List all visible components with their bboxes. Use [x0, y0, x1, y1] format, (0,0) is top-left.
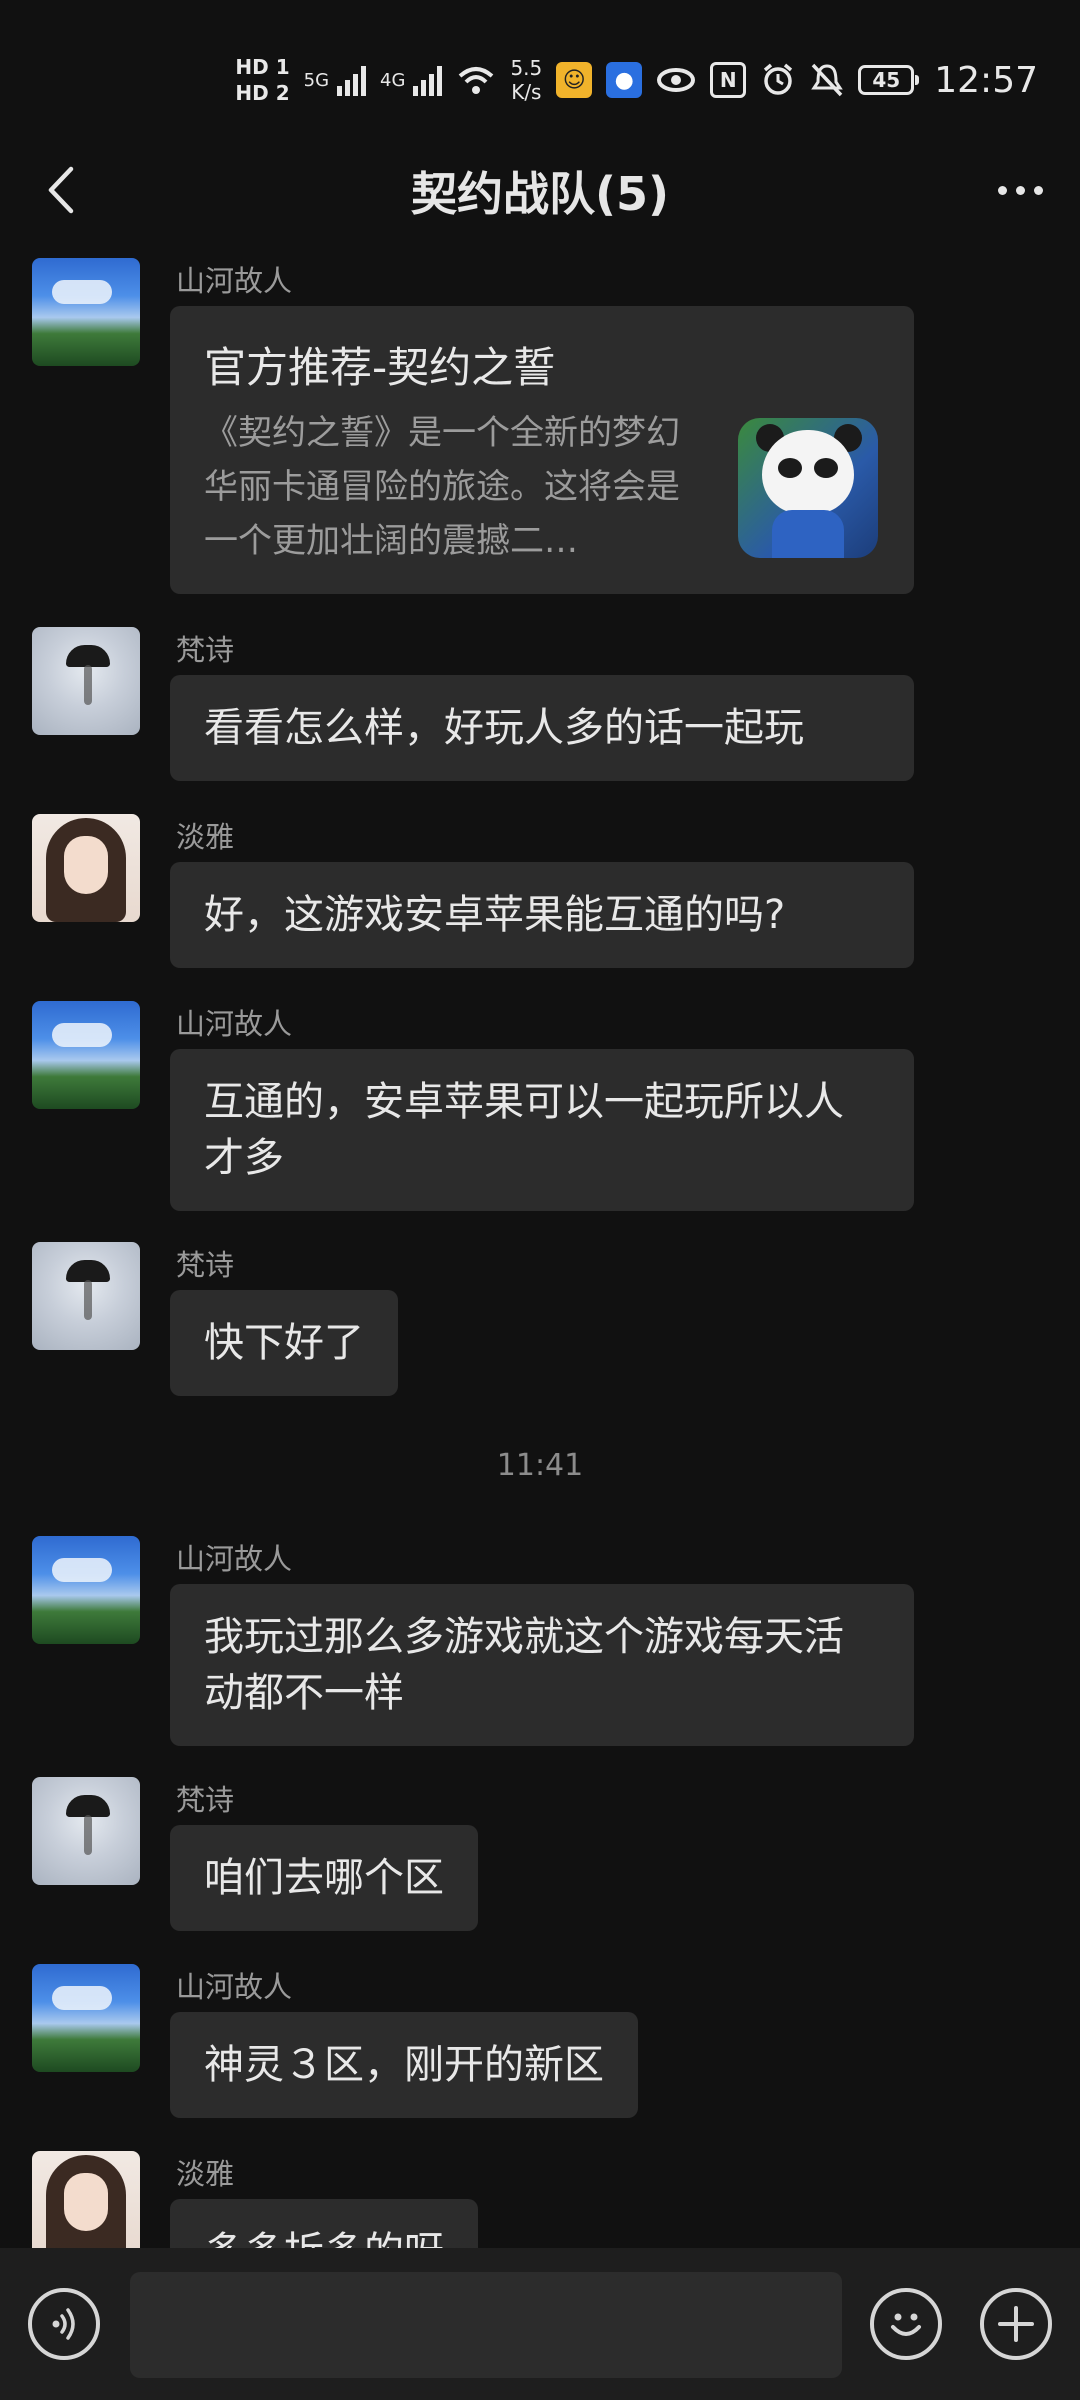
chat-header: 契约战队(5): [0, 150, 1080, 230]
more-actions-button[interactable]: [980, 2288, 1052, 2360]
hd-indicator: HD 1 HD 2: [235, 55, 290, 105]
avatar[interactable]: [32, 1964, 140, 2072]
eye-icon: [657, 68, 696, 92]
network-type-2: 4G: [380, 69, 406, 91]
avatar[interactable]: [32, 2151, 140, 2259]
message-bubble[interactable]: 快下好了: [170, 1290, 398, 1396]
clock: 12:57: [934, 59, 1038, 101]
message-bubble[interactable]: 我玩过那么多游戏就这个游戏每天活动都不一样: [170, 1584, 914, 1746]
avatar[interactable]: [32, 1777, 140, 1885]
sender-name: 淡雅: [176, 820, 235, 854]
more-button[interactable]: [988, 160, 1052, 220]
wifi-icon: [459, 67, 494, 94]
avatar[interactable]: [32, 814, 140, 922]
message-bubble[interactable]: 好，这游戏安卓苹果能互通的吗?: [170, 862, 914, 968]
alarm-icon: [764, 63, 793, 95]
message-bubble[interactable]: 看看怎么样，好玩人多的话一起玩: [170, 675, 914, 781]
voice-icon: [52, 2308, 75, 2340]
sender-name: 梵诗: [176, 1248, 235, 1282]
app-notification-icon: ☺: [556, 62, 593, 98]
network-type-1: 5G: [303, 69, 330, 91]
avatar[interactable]: [32, 1242, 140, 1350]
signal-icon: [337, 64, 367, 96]
message-bubble[interactable]: 神灵３区，刚开的新区: [170, 2012, 638, 2118]
battery-icon: 45: [858, 65, 920, 95]
more-icon: [997, 185, 1007, 195]
emoji-button[interactable]: [870, 2288, 942, 2360]
sender-name: 山河故人: [176, 1542, 293, 1576]
status-bar: HD 1 HD 2 5G 4G 5.5 K/s ☺ ● N 45 12:57: [0, 0, 1080, 150]
emoji-icon: [891, 2313, 921, 2336]
message-bubble[interactable]: 互通的，安卓苹果可以一起玩所以人才多: [170, 1049, 914, 1211]
plus-icon: [998, 2306, 1034, 2342]
network-speed: 5.5 K/s: [510, 56, 543, 104]
message-input[interactable]: [130, 2272, 842, 2378]
avatar[interactable]: [32, 1001, 140, 1109]
bulb-icon: ●: [606, 62, 643, 98]
message-bubble[interactable]: 咱们去哪个区: [170, 1825, 478, 1931]
avatar[interactable]: [32, 627, 140, 735]
sender-name: 梵诗: [176, 633, 235, 667]
voice-button[interactable]: [28, 2288, 100, 2360]
chat-title: 契约战队(5): [410, 167, 670, 221]
avatar[interactable]: [32, 1536, 140, 1644]
card-description: 《契约之誓》是一个全新的梦幻华丽卡通冒险的旅途。这将会是一个更加壮阔的震撼二…: [204, 413, 680, 561]
timestamp: 11:41: [496, 1448, 584, 1483]
signal-icon-2: [413, 64, 443, 96]
sender-name: 淡雅: [176, 2157, 235, 2191]
sender-name: 山河故人: [176, 1970, 293, 2004]
message-composer: [0, 2248, 1080, 2400]
game-thumbnail: [738, 418, 878, 558]
nfc-icon: N: [710, 62, 747, 98]
mute-icon: [811, 63, 844, 97]
sender-name: 山河故人: [176, 1007, 293, 1041]
sender-name: 山河故人: [176, 264, 293, 298]
sender-name: 梵诗: [176, 1783, 235, 1817]
card-title: 官方推荐-契约之誓: [204, 343, 556, 392]
shared-link-card[interactable]: 官方推荐-契约之誓 《契约之誓》是一个全新的梦幻华丽卡通冒险的旅途。这将会是一个…: [170, 306, 914, 594]
avatar[interactable]: [32, 258, 140, 366]
